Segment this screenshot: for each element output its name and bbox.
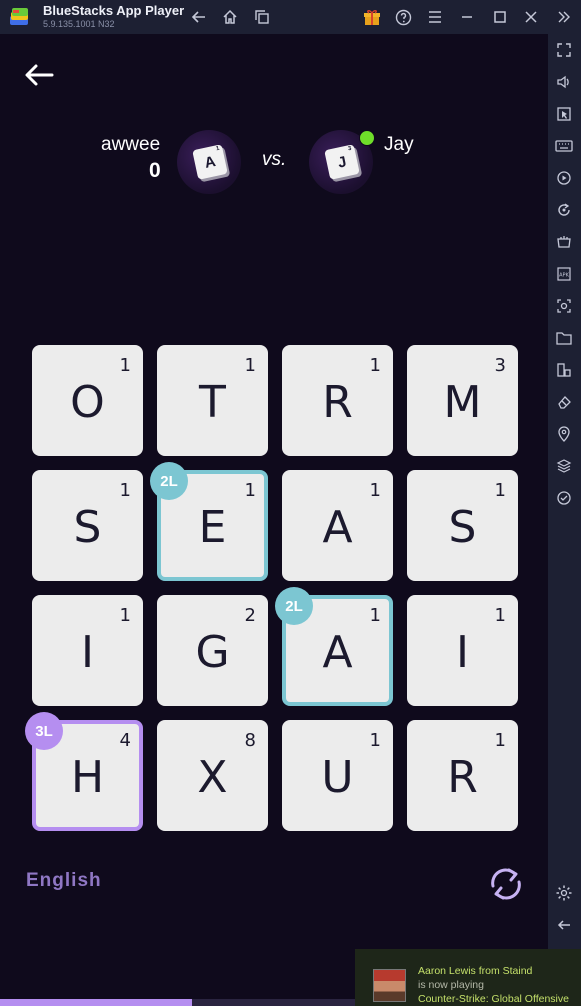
collapse-sidebar-icon[interactable] bbox=[553, 7, 573, 27]
player1-avatar[interactable]: A 1 bbox=[177, 130, 241, 194]
now-playing-notification[interactable]: Aaron Lewis from Staind is now playing C… bbox=[355, 949, 581, 1006]
letter-tile[interactable]: I 1 bbox=[407, 595, 518, 706]
letter-tile[interactable]: I 1 bbox=[32, 595, 143, 706]
letter-tile[interactable]: S 1 bbox=[32, 470, 143, 581]
record-icon[interactable] bbox=[554, 168, 574, 188]
language-selector[interactable]: English bbox=[26, 870, 102, 892]
help-icon[interactable] bbox=[393, 7, 413, 27]
progress-fill bbox=[0, 999, 192, 1006]
eraser-icon[interactable] bbox=[554, 392, 574, 412]
triple-letter-badge: 3L bbox=[25, 712, 63, 750]
title-bar: BlueStacks App Player 5.9.135.1001 N32 bbox=[0, 0, 581, 34]
maximize-icon[interactable] bbox=[490, 7, 510, 27]
letter-tile[interactable]: R 1 bbox=[282, 345, 393, 456]
tile-points: 1 bbox=[119, 355, 131, 376]
tile-points: 1 bbox=[369, 605, 381, 626]
folder-icon[interactable] bbox=[554, 328, 574, 348]
screenshot-icon[interactable] bbox=[554, 296, 574, 316]
close-icon[interactable] bbox=[521, 7, 541, 27]
tile-points: 1 bbox=[244, 355, 256, 376]
letter-tile[interactable]: S 1 bbox=[407, 470, 518, 581]
tile-points: 1 bbox=[119, 605, 131, 626]
sidebar-back-icon[interactable] bbox=[554, 915, 574, 935]
macro-icon[interactable] bbox=[554, 232, 574, 252]
tile-points: 1 bbox=[119, 480, 131, 501]
notification-title: Aaron Lewis from Staind bbox=[418, 965, 533, 977]
tile-points: 1 bbox=[494, 605, 506, 626]
svg-text:APK: APK bbox=[559, 273, 569, 279]
sync-icon[interactable] bbox=[554, 488, 574, 508]
player2-name: Jay bbox=[384, 134, 414, 155]
avatar-tile: A 1 bbox=[192, 144, 228, 180]
rotate-icon[interactable] bbox=[554, 200, 574, 220]
avatar-letter: J bbox=[336, 152, 348, 172]
tile-points: 3 bbox=[494, 355, 506, 376]
pointer-icon[interactable] bbox=[554, 104, 574, 124]
tile-points: 1 bbox=[369, 730, 381, 751]
app-version: 5.9.135.1001 N32 bbox=[43, 19, 115, 29]
tile-points: 1 bbox=[494, 480, 506, 501]
letter-tile[interactable]: T 1 bbox=[157, 345, 268, 456]
letter-tile[interactable]: X 8 bbox=[157, 720, 268, 831]
settings-icon[interactable] bbox=[554, 883, 574, 903]
volume-icon[interactable] bbox=[554, 72, 574, 92]
online-status-dot bbox=[359, 130, 375, 146]
tile-points: 1 bbox=[494, 730, 506, 751]
apk-icon[interactable]: APK bbox=[554, 264, 574, 284]
letter-tile[interactable]: A 1 bbox=[282, 470, 393, 581]
tile-points: 1 bbox=[369, 355, 381, 376]
home-icon[interactable] bbox=[220, 7, 240, 27]
tile-points: 8 bbox=[244, 730, 256, 751]
double-letter-badge: 2L bbox=[150, 462, 188, 500]
player1-name: awwee bbox=[101, 134, 161, 155]
menu-icon[interactable] bbox=[425, 7, 445, 27]
tile-points: 1 bbox=[244, 480, 256, 501]
game-screen: awwee 0 A 1 vs. J 3 Jay O 1 T 1 R 1 M 3 … bbox=[0, 34, 548, 1006]
shuffle-icon[interactable] bbox=[484, 862, 528, 906]
letter-tile[interactable]: M 3 bbox=[407, 345, 518, 456]
gift-icon[interactable] bbox=[362, 7, 382, 27]
tool-sidebar: APK bbox=[548, 34, 581, 949]
letter-tile[interactable]: O 1 bbox=[32, 345, 143, 456]
vs-label: vs. bbox=[262, 149, 287, 170]
app-title: BlueStacks App Player bbox=[43, 3, 185, 18]
keyboard-icon[interactable] bbox=[554, 136, 574, 156]
avatar-tile: J 3 bbox=[324, 144, 360, 180]
location-icon[interactable] bbox=[554, 424, 574, 444]
avatar-points: 3 bbox=[347, 145, 353, 153]
tile-points: 4 bbox=[119, 730, 131, 751]
multi-instance-icon[interactable] bbox=[252, 7, 272, 27]
fullscreen-icon[interactable] bbox=[554, 40, 574, 60]
notification-status: is now playing bbox=[418, 979, 484, 991]
tile-points: 2 bbox=[244, 605, 256, 626]
bluestacks-logo-icon bbox=[8, 6, 32, 28]
double-letter-badge: 2L bbox=[275, 587, 313, 625]
back-arrow-icon[interactable] bbox=[22, 62, 56, 88]
letter-tile[interactable]: R 1 bbox=[407, 720, 518, 831]
avatar-letter: A bbox=[202, 152, 218, 172]
back-icon[interactable] bbox=[189, 7, 209, 27]
avatar-points: 1 bbox=[215, 145, 221, 153]
notification-avatar bbox=[373, 969, 406, 1002]
player1-score: 0 bbox=[149, 159, 161, 182]
multi-window-icon[interactable] bbox=[554, 360, 574, 380]
tile-points: 1 bbox=[369, 480, 381, 501]
minimize-icon[interactable] bbox=[457, 7, 477, 27]
letter-tile[interactable]: G 2 bbox=[157, 595, 268, 706]
layers-icon[interactable] bbox=[554, 456, 574, 476]
letter-tile[interactable]: U 1 bbox=[282, 720, 393, 831]
notification-game: Counter-Strike: Global Offensive bbox=[418, 993, 569, 1005]
